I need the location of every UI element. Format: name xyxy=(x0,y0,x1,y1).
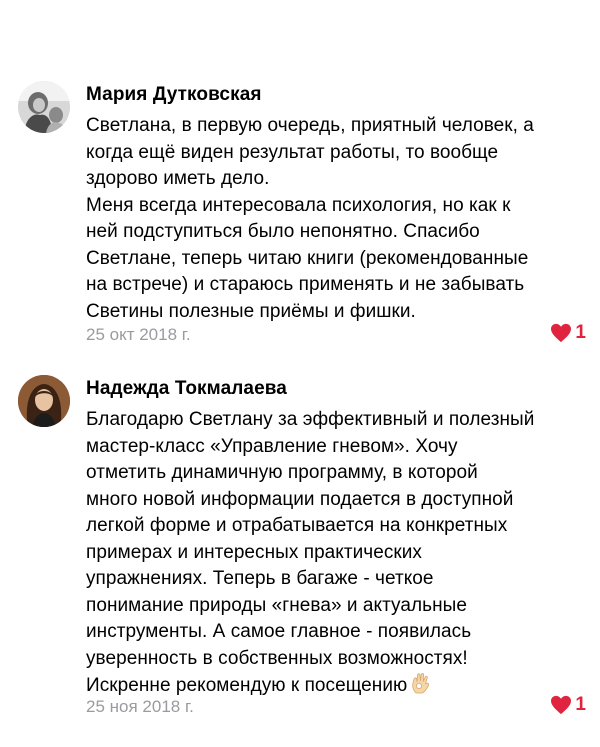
review-text-line: мастер-класс «Управление гневом». Хочу xyxy=(86,435,458,457)
review-text-line: Благодарю Светлану за эффективный и поле… xyxy=(86,409,535,430)
review-text-line: много новой информации подается в доступ… xyxy=(86,488,514,510)
avatar[interactable] xyxy=(18,375,70,427)
review-card: Надежда Токмалаева Благодарю Светлану за… xyxy=(0,0,600,747)
review-text-line: уверенность в собственных возможностях! xyxy=(86,647,468,669)
review-text-line: легкой форме и отрабатывается на конкрет… xyxy=(86,515,508,536)
review-text-line: понимание природы «гнева» и актуальные xyxy=(86,594,467,616)
like-count: 1 xyxy=(575,694,586,715)
review-text: Благодарю Светлану за эффективный и поле… xyxy=(86,407,596,703)
review-text-line: примерах и интересных практических xyxy=(86,541,422,563)
review-text-line: инструменты. А самое главное - появилась xyxy=(86,621,472,642)
review-text-line: Искренне рекомендую к посещению xyxy=(86,675,408,696)
review-date: 25 ноя 2018 г. xyxy=(86,697,194,716)
review-author[interactable]: Надежда Токмалаева xyxy=(86,378,287,400)
like-button[interactable]: 1 xyxy=(550,694,586,716)
ok-hand-emoji-icon xyxy=(411,672,431,703)
review-text-line: упражнениях. Теперь в багаже - четкое xyxy=(86,568,434,589)
heart-icon xyxy=(551,695,572,715)
review-text-line: отметить динамичную программу, в которой xyxy=(86,462,478,483)
